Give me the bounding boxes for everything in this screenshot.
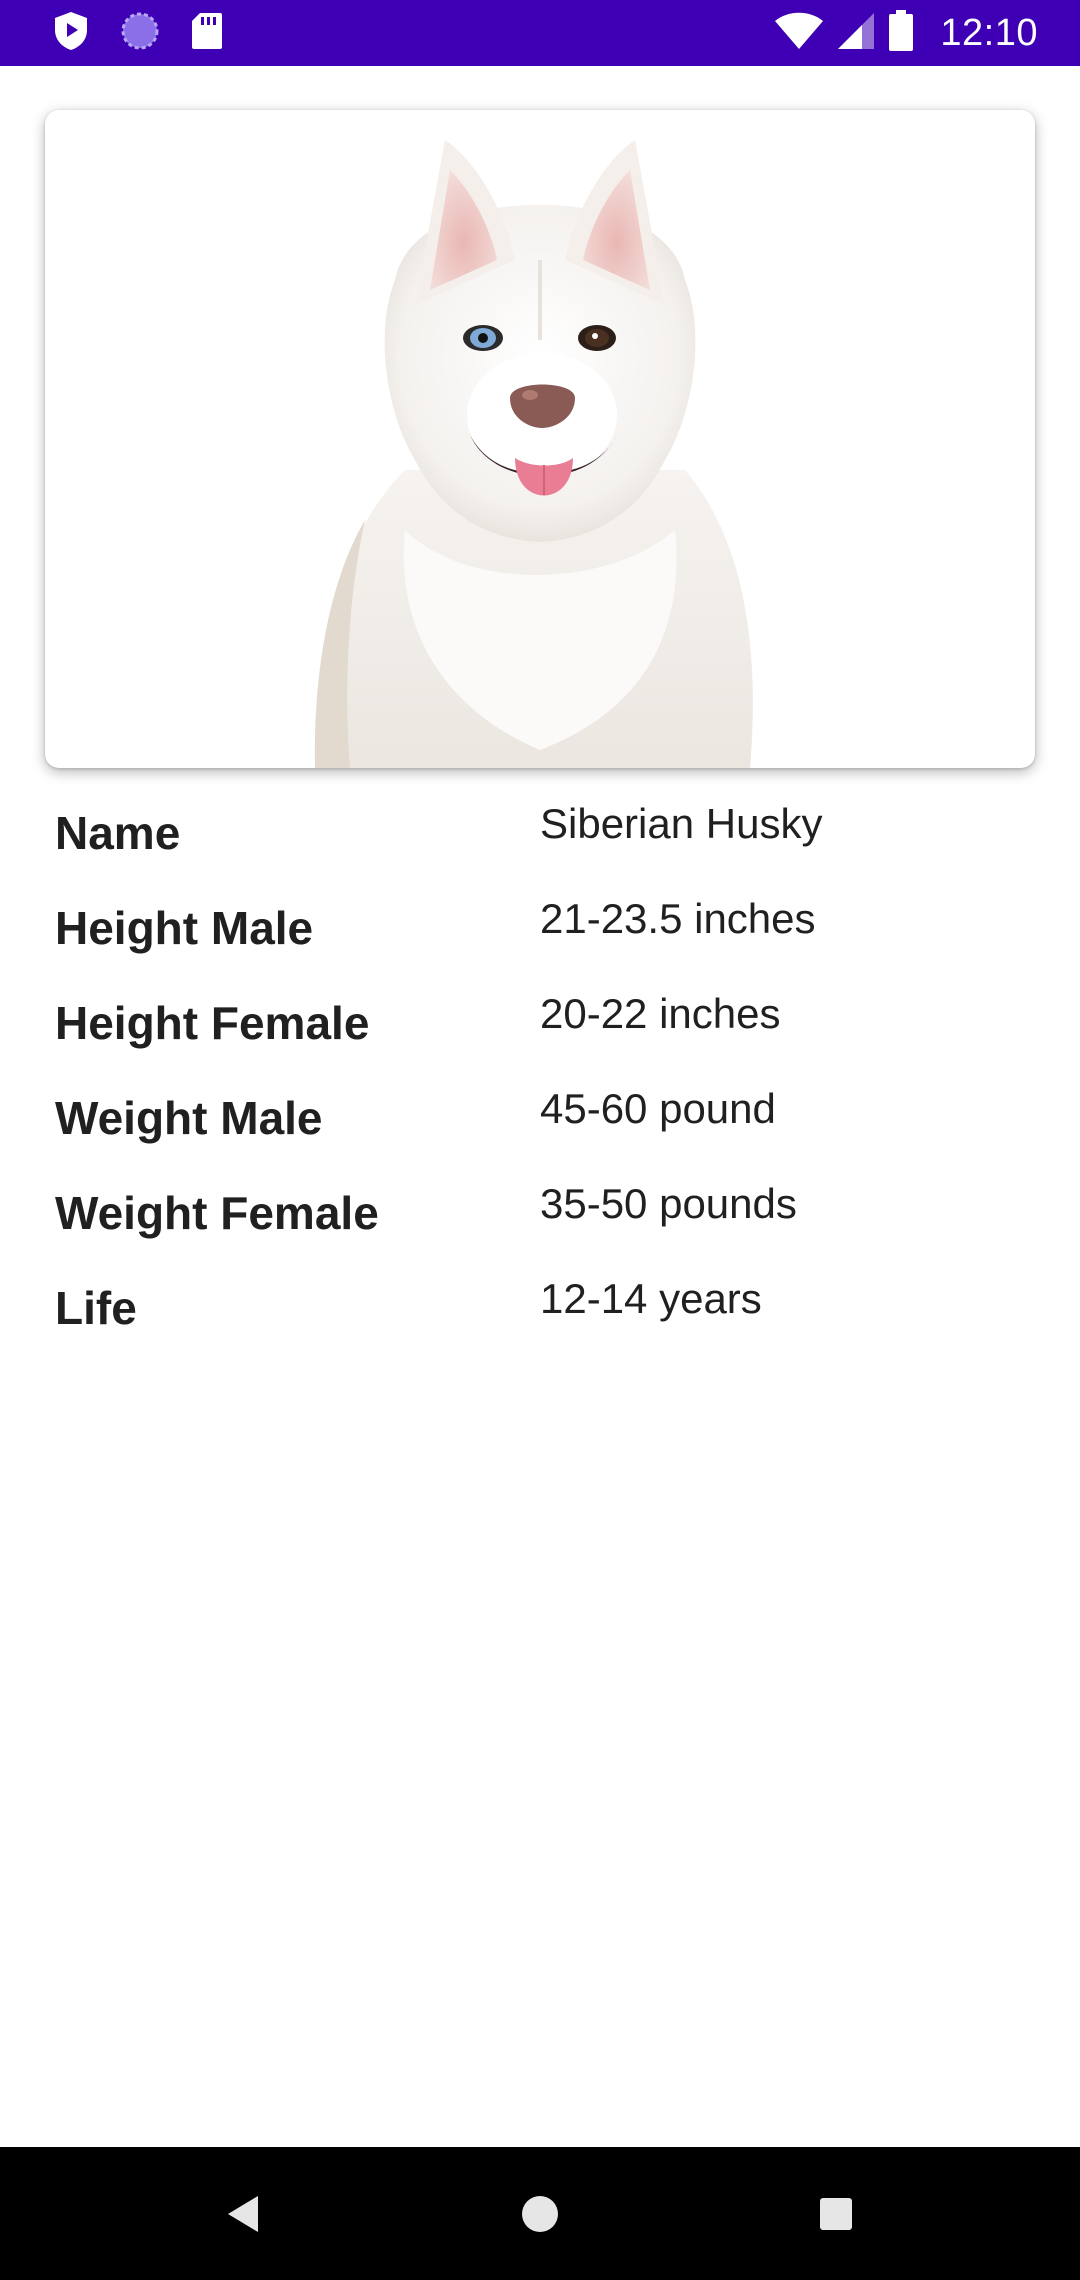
detail-label: Name — [55, 807, 181, 859]
detail-row-weight-female: Weight Female 35-50 pounds — [55, 1170, 1035, 1265]
shield-icon — [52, 10, 90, 57]
dog-image-card[interactable] — [45, 110, 1035, 768]
status-time: 12:10 — [940, 11, 1038, 54]
sd-card-icon — [190, 11, 224, 56]
detail-row-name: Name Siberian Husky — [55, 790, 1035, 885]
wifi-icon — [774, 11, 824, 56]
detail-value: 12-14 years — [540, 1275, 762, 1322]
detail-label: Weight Female — [55, 1187, 379, 1239]
signal-icon — [836, 11, 876, 56]
breed-details: Name Siberian Husky Height Male 21-23.5 … — [55, 790, 1035, 1360]
home-icon — [522, 2196, 558, 2232]
back-icon — [228, 2196, 258, 2232]
white-siberian-husky-photo — [314, 140, 753, 768]
back-button[interactable] — [211, 2183, 273, 2245]
home-button[interactable] — [509, 2183, 571, 2245]
detail-value: Siberian Husky — [540, 800, 823, 847]
detail-label: Height Male — [55, 902, 314, 954]
status-left-icons — [52, 10, 224, 57]
sync-icon — [120, 11, 160, 56]
battery-icon — [888, 9, 914, 57]
detail-label: Height Female — [55, 997, 370, 1049]
detail-row-life: Life 12-14 years — [55, 1265, 1035, 1360]
detail-value: 45-60 pound — [540, 1085, 776, 1132]
detail-value: 20-22 inches — [540, 990, 781, 1037]
screen: 12:10 Name Siberian Husky Height Male 21… — [0, 0, 1080, 2280]
detail-label: Life — [55, 1282, 137, 1334]
status-bar: 12:10 — [0, 0, 1080, 66]
recents-icon — [820, 2198, 852, 2230]
detail-row-height-male: Height Male 21-23.5 inches — [55, 885, 1035, 980]
recents-button[interactable] — [805, 2183, 867, 2245]
detail-row-height-female: Height Female 20-22 inches — [55, 980, 1035, 1075]
detail-value: 35-50 pounds — [540, 1180, 797, 1227]
navigation-bar — [0, 2147, 1080, 2280]
detail-label: Weight Male — [55, 1092, 323, 1144]
detail-value: 21-23.5 inches — [540, 895, 816, 942]
detail-row-weight-male: Weight Male 45-60 pound — [55, 1075, 1035, 1170]
status-right-icons: 12:10 — [774, 9, 1038, 57]
